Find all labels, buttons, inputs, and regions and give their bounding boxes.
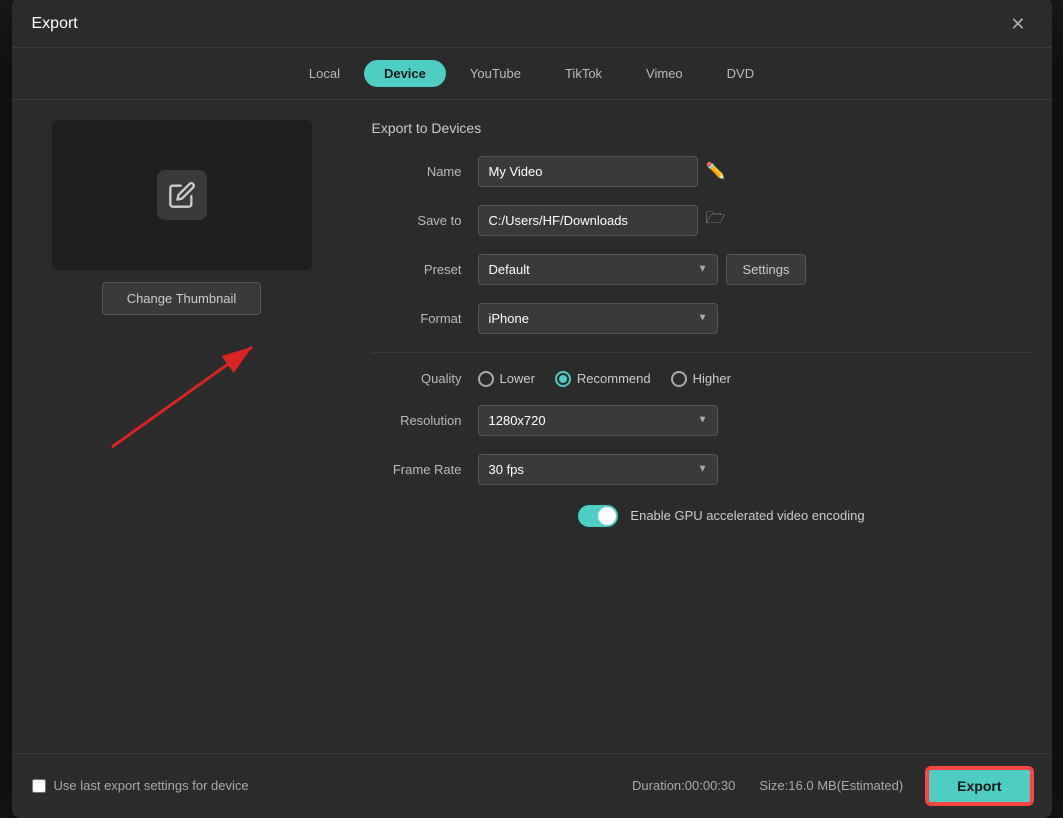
ai-icon[interactable]: ✏️ <box>706 161 726 181</box>
preset-row: Preset Default ▼ Settings <box>372 254 1032 285</box>
quality-lower-radio[interactable] <box>478 371 494 387</box>
frame-rate-row: Frame Rate 30 fps 24 fps 60 fps ▼ <box>372 454 1032 485</box>
bottom-info: Duration:00:00:30 Size:16.0 MB(Estimated… <box>632 768 1031 804</box>
duration-info: Duration:00:00:30 <box>632 778 735 793</box>
divider <box>372 352 1032 353</box>
preset-select-wrapper: Default ▼ <box>478 254 718 285</box>
right-panel: Export to Devices Name ✏️ Save to 🗁 Pr <box>352 120 1032 733</box>
preset-select[interactable]: Default <box>478 254 718 285</box>
tabs-row: Local Device YouTube TikTok Vimeo DVD <box>12 48 1052 100</box>
gpu-label: Enable GPU accelerated video encoding <box>630 508 864 523</box>
use-last-settings-row: Use last export settings for device <box>32 778 249 793</box>
section-title: Export to Devices <box>372 120 1032 136</box>
settings-button[interactable]: Settings <box>726 254 807 285</box>
name-input[interactable] <box>478 156 698 187</box>
title-bar: Export ✕ <box>12 0 1052 48</box>
quality-label: Quality <box>372 371 462 386</box>
resolution-select-wrapper: 1280x720 1920x1080 3840x2160 ▼ <box>478 405 718 436</box>
quality-recommend-radio-inner <box>559 375 567 383</box>
dialog-body: Change Thumbnail Export to Devices <box>12 100 1052 753</box>
quality-higher-option[interactable]: Higher <box>671 371 731 387</box>
thumbnail-icon <box>157 170 207 220</box>
gpu-toggle-row: Enable GPU accelerated video encoding <box>372 505 1032 527</box>
change-thumbnail-button[interactable]: Change Thumbnail <box>102 282 262 315</box>
tab-tiktok[interactable]: TikTok <box>545 60 622 87</box>
thumbnail-preview <box>52 120 312 270</box>
name-input-group: ✏️ <box>478 156 726 187</box>
tab-youtube[interactable]: YouTube <box>450 60 541 87</box>
quality-row: Quality Lower Recommend Higher <box>372 371 1032 387</box>
quality-options: Lower Recommend Higher <box>478 371 731 387</box>
quality-lower-label: Lower <box>500 371 535 386</box>
close-button[interactable]: ✕ <box>1004 12 1031 37</box>
gpu-toggle[interactable] <box>578 505 618 527</box>
quality-lower-option[interactable]: Lower <box>478 371 535 387</box>
name-row: Name ✏️ <box>372 156 1032 187</box>
save-to-input[interactable] <box>478 205 698 236</box>
dialog-title: Export <box>32 15 78 33</box>
quality-higher-radio[interactable] <box>671 371 687 387</box>
tab-device[interactable]: Device <box>364 60 446 87</box>
save-to-row: Save to 🗁 <box>372 205 1032 236</box>
frame-rate-label: Frame Rate <box>372 462 462 477</box>
folder-icon[interactable]: 🗁 <box>706 207 726 234</box>
name-label: Name <box>372 164 462 179</box>
resolution-label: Resolution <box>372 413 462 428</box>
use-last-settings-checkbox[interactable] <box>32 779 46 793</box>
quality-recommend-radio[interactable] <box>555 371 571 387</box>
quality-recommend-label: Recommend <box>577 371 651 386</box>
use-last-settings-label: Use last export settings for device <box>54 778 249 793</box>
resolution-row: Resolution 1280x720 1920x1080 3840x2160 … <box>372 405 1032 436</box>
export-button[interactable]: Export <box>927 768 1031 804</box>
left-panel: Change Thumbnail <box>32 120 332 733</box>
bottom-bar: Use last export settings for device Dura… <box>12 753 1052 818</box>
export-dialog: Export ✕ Local Device YouTube TikTok Vim… <box>12 0 1052 818</box>
arrow-annotation <box>52 327 312 457</box>
tab-vimeo[interactable]: Vimeo <box>626 60 703 87</box>
format-select-wrapper: iPhone iPad Android Apple TV ▼ <box>478 303 718 334</box>
save-to-input-group: 🗁 <box>478 205 726 236</box>
preset-label: Preset <box>372 262 462 277</box>
size-info: Size:16.0 MB(Estimated) <box>759 778 903 793</box>
frame-rate-select-wrapper: 30 fps 24 fps 60 fps ▼ <box>478 454 718 485</box>
tab-local[interactable]: Local <box>289 60 360 87</box>
toggle-knob <box>598 507 616 525</box>
quality-higher-label: Higher <box>693 371 731 386</box>
format-select[interactable]: iPhone iPad Android Apple TV <box>478 303 718 334</box>
format-label: Format <box>372 311 462 326</box>
frame-rate-select[interactable]: 30 fps 24 fps 60 fps <box>478 454 718 485</box>
tab-dvd[interactable]: DVD <box>707 60 774 87</box>
resolution-select[interactable]: 1280x720 1920x1080 3840x2160 <box>478 405 718 436</box>
quality-recommend-option[interactable]: Recommend <box>555 371 651 387</box>
save-to-label: Save to <box>372 213 462 228</box>
format-row: Format iPhone iPad Android Apple TV ▼ <box>372 303 1032 334</box>
